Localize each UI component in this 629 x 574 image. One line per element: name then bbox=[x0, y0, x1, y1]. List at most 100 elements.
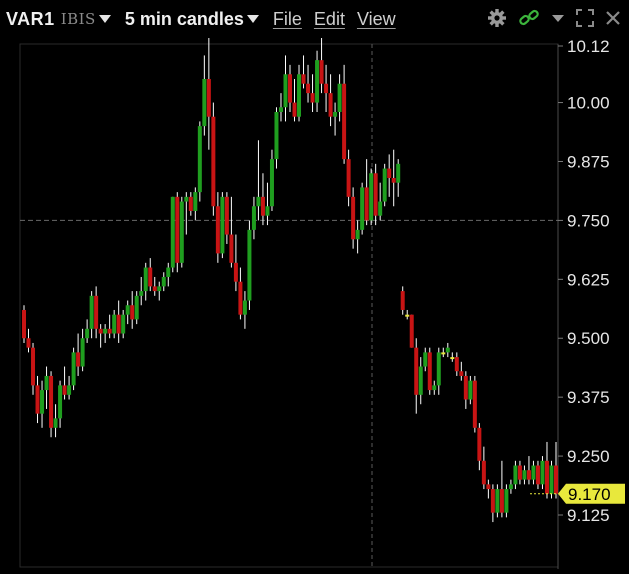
candle-down bbox=[238, 281, 243, 315]
window-tools bbox=[487, 8, 621, 28]
candle-up bbox=[134, 295, 139, 320]
interval-dropdown-icon[interactable] bbox=[246, 15, 259, 23]
candle-up bbox=[247, 229, 252, 301]
candle-up bbox=[468, 380, 473, 400]
candle-down bbox=[364, 187, 369, 221]
candle-down bbox=[554, 465, 558, 494]
candle-up bbox=[179, 201, 184, 263]
candle-down bbox=[472, 380, 477, 428]
candle-down bbox=[414, 347, 419, 395]
candle-down bbox=[499, 489, 504, 513]
expand-icon[interactable] bbox=[576, 9, 594, 27]
candle-up bbox=[369, 173, 374, 221]
candle-down bbox=[62, 385, 67, 395]
candle-up bbox=[297, 74, 302, 117]
candle-up bbox=[80, 338, 85, 367]
close-icon[interactable] bbox=[605, 10, 621, 26]
menu-file[interactable]: File bbox=[273, 9, 302, 30]
interval-selector[interactable]: 5 min candles bbox=[125, 9, 244, 30]
candle-up bbox=[274, 111, 279, 160]
chart-titlebar: VAR1 IBIS 5 min candles File Edit View bbox=[0, 0, 629, 38]
exchange-dropdown-icon[interactable] bbox=[98, 15, 111, 23]
link-icon[interactable] bbox=[518, 8, 540, 28]
candle-up bbox=[256, 196, 261, 207]
last-price-label: 9.170 bbox=[568, 485, 611, 504]
candle-down bbox=[319, 60, 324, 84]
symbol-label[interactable]: VAR1 bbox=[6, 9, 55, 30]
candle-up bbox=[139, 291, 144, 296]
candle-up bbox=[251, 206, 256, 230]
candle-up bbox=[337, 83, 342, 112]
candle-up bbox=[170, 196, 175, 268]
candle-up bbox=[522, 470, 527, 480]
candle-down bbox=[454, 357, 459, 372]
candle-up bbox=[508, 484, 513, 490]
price-chart[interactable]: 10.12 10.00 9.875 9.750 9.625 9.500 9.375 9.250… bbox=[0, 31, 629, 569]
candle-up bbox=[53, 418, 58, 428]
candle-up bbox=[193, 192, 198, 211]
candle-down bbox=[49, 375, 54, 428]
candle-up bbox=[89, 295, 94, 329]
gear-icon[interactable] bbox=[487, 8, 507, 28]
candle-up bbox=[85, 328, 90, 339]
candle-up bbox=[378, 201, 383, 216]
y-tick-label: 9.750 bbox=[567, 211, 610, 230]
candle-down bbox=[188, 196, 193, 211]
y-tick-label: 10.00 bbox=[567, 94, 610, 113]
candle-up bbox=[71, 352, 76, 386]
candle-down bbox=[328, 93, 333, 117]
candle-up bbox=[504, 489, 509, 513]
candle-up bbox=[220, 196, 225, 254]
candle-down bbox=[409, 314, 414, 348]
candle-up bbox=[269, 159, 274, 207]
candle-down bbox=[233, 262, 238, 282]
candle-down bbox=[373, 173, 378, 216]
y-tick-label: 9.250 bbox=[567, 447, 610, 466]
y-tick-label: 9.375 bbox=[567, 388, 610, 407]
candle-down bbox=[481, 460, 486, 485]
candle-down bbox=[324, 83, 329, 94]
candlestick-chart[interactable]: 10.12 10.00 9.875 9.750 9.625 9.500 9.375 9.250… bbox=[0, 31, 629, 569]
candle-up bbox=[382, 168, 387, 202]
candle-down bbox=[346, 159, 351, 197]
menu-edit[interactable]: Edit bbox=[314, 9, 345, 30]
candle-down bbox=[288, 74, 292, 103]
candle-up bbox=[423, 352, 428, 367]
y-tick-label: 9.125 bbox=[567, 506, 610, 525]
candle-down bbox=[310, 93, 315, 103]
candle-up bbox=[315, 60, 320, 103]
candle-up bbox=[103, 328, 108, 334]
candle-down bbox=[152, 286, 157, 292]
y-tick-label: 10.12 bbox=[567, 38, 610, 56]
candle-up bbox=[157, 286, 162, 292]
candle-down bbox=[301, 74, 306, 84]
candle-doji bbox=[450, 357, 455, 360]
candle-down bbox=[206, 78, 211, 117]
candle-up bbox=[283, 74, 288, 108]
candle-down bbox=[490, 489, 495, 513]
candle-down bbox=[477, 427, 482, 461]
dropdown-caret-icon[interactable] bbox=[551, 8, 565, 28]
candle-down bbox=[76, 352, 81, 367]
candle-up bbox=[242, 300, 247, 315]
candle-down bbox=[94, 295, 99, 329]
candle-down bbox=[260, 196, 265, 216]
candle-doji bbox=[405, 314, 410, 317]
candle-up bbox=[513, 465, 518, 485]
candle-up bbox=[58, 385, 63, 419]
candle-down bbox=[459, 371, 464, 376]
candle-down bbox=[26, 338, 31, 348]
candle-down bbox=[292, 102, 297, 117]
candle-up bbox=[540, 460, 545, 485]
candle-down bbox=[107, 328, 112, 334]
candle-up bbox=[333, 111, 338, 117]
candle-up bbox=[495, 489, 500, 513]
menu-view[interactable]: View bbox=[357, 9, 396, 30]
candle-down bbox=[526, 470, 531, 480]
candle-down bbox=[486, 484, 491, 490]
candle-up bbox=[67, 385, 72, 395]
candle-down bbox=[427, 352, 432, 391]
exchange-label[interactable]: IBIS bbox=[61, 10, 96, 28]
candle-down bbox=[229, 234, 234, 263]
candle-down bbox=[391, 177, 396, 183]
